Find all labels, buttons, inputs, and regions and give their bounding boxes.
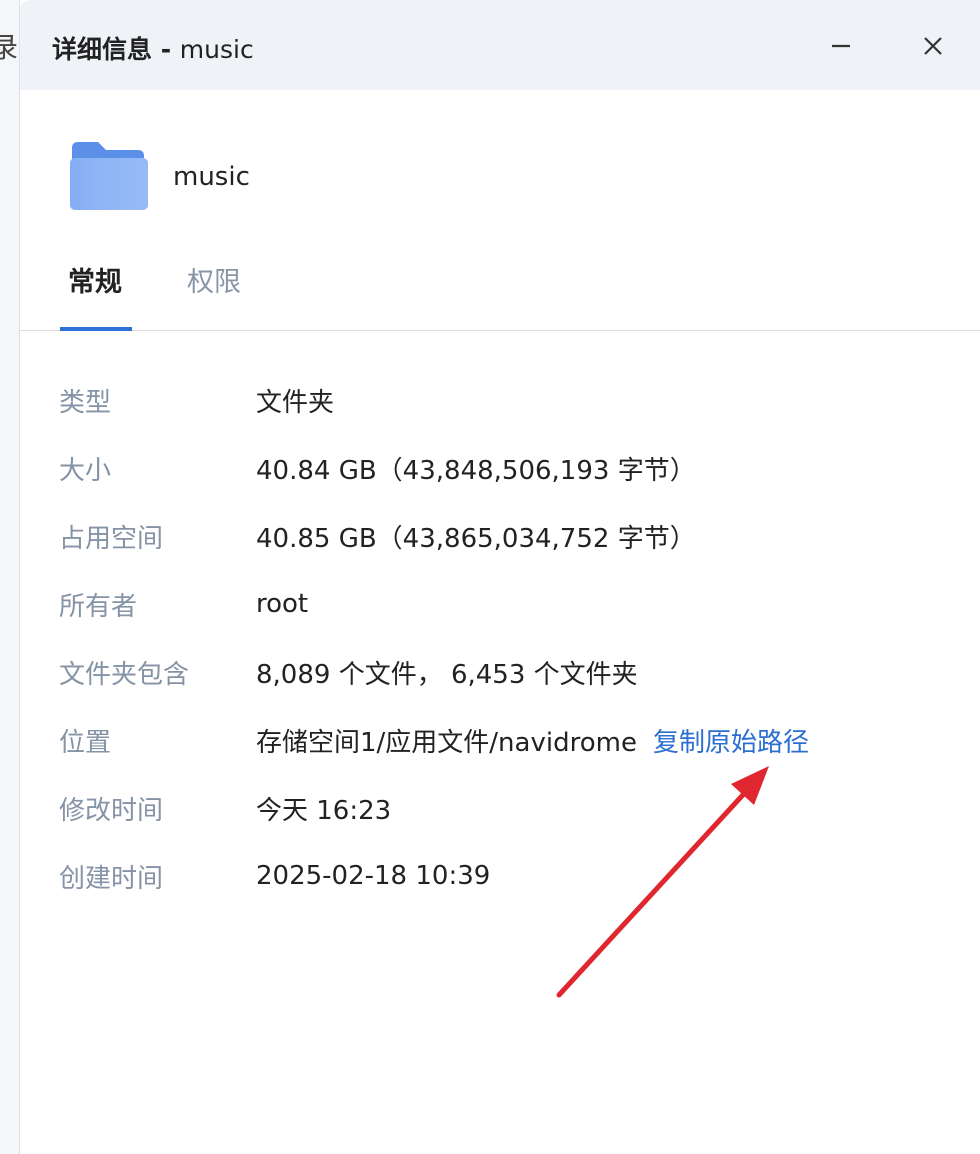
property-value: 8,089 个文件， 6,453 个文件夹 — [256, 659, 638, 690]
property-value: 40.85 GB（43,865,034,752 字节） — [256, 523, 696, 554]
folder-icon — [70, 142, 148, 210]
location-path: 存储空间1/应用文件/navidrome — [256, 727, 637, 758]
property-label: 修改时间 — [59, 795, 164, 826]
minimize-button[interactable] — [821, 26, 861, 66]
property-row-contains: 文件夹包含 8,089 个文件， 6,453 个文件夹 — [20, 638, 980, 706]
background-window — [0, 0, 20, 1154]
property-value: 存储空间1/应用文件/navidrome 复制原始路径 — [256, 722, 809, 759]
details-dialog: 详细信息 - music music 常规 权限 类型 文件夹 大小 40.84… — [19, 0, 980, 1154]
property-label: 创建时间 — [59, 863, 164, 894]
property-value: 40.84 GB（43,848,506,193 字节） — [256, 455, 696, 486]
property-label: 位置 — [59, 727, 112, 758]
tab-permissions[interactable]: 权限 — [187, 260, 241, 299]
dialog-title: 详细信息 - music — [52, 30, 254, 66]
tab-bar: 常规 权限 — [20, 240, 980, 331]
item-name: music — [173, 162, 250, 192]
close-icon — [924, 37, 942, 55]
dialog-title-prefix: 详细信息 - — [52, 35, 180, 64]
property-value: 今天 16:23 — [256, 795, 392, 826]
minimize-icon — [832, 44, 850, 48]
property-label: 占用空间 — [59, 523, 164, 554]
property-row-size: 大小 40.84 GB（43,848,506,193 字节） — [20, 434, 980, 502]
property-row-owner: 所有者 root — [20, 570, 980, 638]
property-value: 2025-02-18 10:39 — [256, 861, 491, 891]
property-value: root — [256, 589, 309, 619]
close-button[interactable] — [913, 26, 953, 66]
property-row-modified: 修改时间 今天 16:23 — [20, 774, 980, 842]
property-row-location: 位置 存储空间1/应用文件/navidrome 复制原始路径 — [20, 706, 980, 774]
property-label: 文件夹包含 — [59, 659, 190, 690]
property-label: 类型 — [59, 387, 112, 418]
background-text-fragment: 录 — [0, 31, 19, 64]
tab-general[interactable]: 常规 — [68, 260, 122, 299]
copy-original-path-link[interactable]: 复制原始路径 — [653, 728, 809, 758]
active-tab-indicator — [60, 327, 132, 331]
property-label: 大小 — [59, 455, 112, 486]
dialog-title-name: music — [179, 35, 254, 64]
title-bar: 详细信息 - music — [20, 0, 980, 90]
property-label: 所有者 — [59, 591, 138, 622]
properties-list: 类型 文件夹 大小 40.84 GB（43,848,506,193 字节） 占用… — [20, 366, 980, 910]
property-row-type: 类型 文件夹 — [20, 366, 980, 434]
property-row-disk-usage: 占用空间 40.85 GB（43,865,034,752 字节） — [20, 502, 980, 570]
property-row-created: 创建时间 2025-02-18 10:39 — [20, 842, 980, 910]
property-value: 文件夹 — [256, 387, 335, 418]
